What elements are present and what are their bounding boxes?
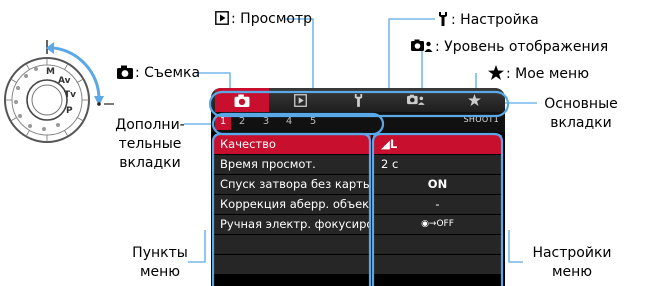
main-tabs-highlight [208, 90, 510, 118]
highlight-outlines [208, 90, 510, 286]
menu-items-highlight [211, 132, 372, 286]
menu-settings-highlight [371, 132, 504, 286]
